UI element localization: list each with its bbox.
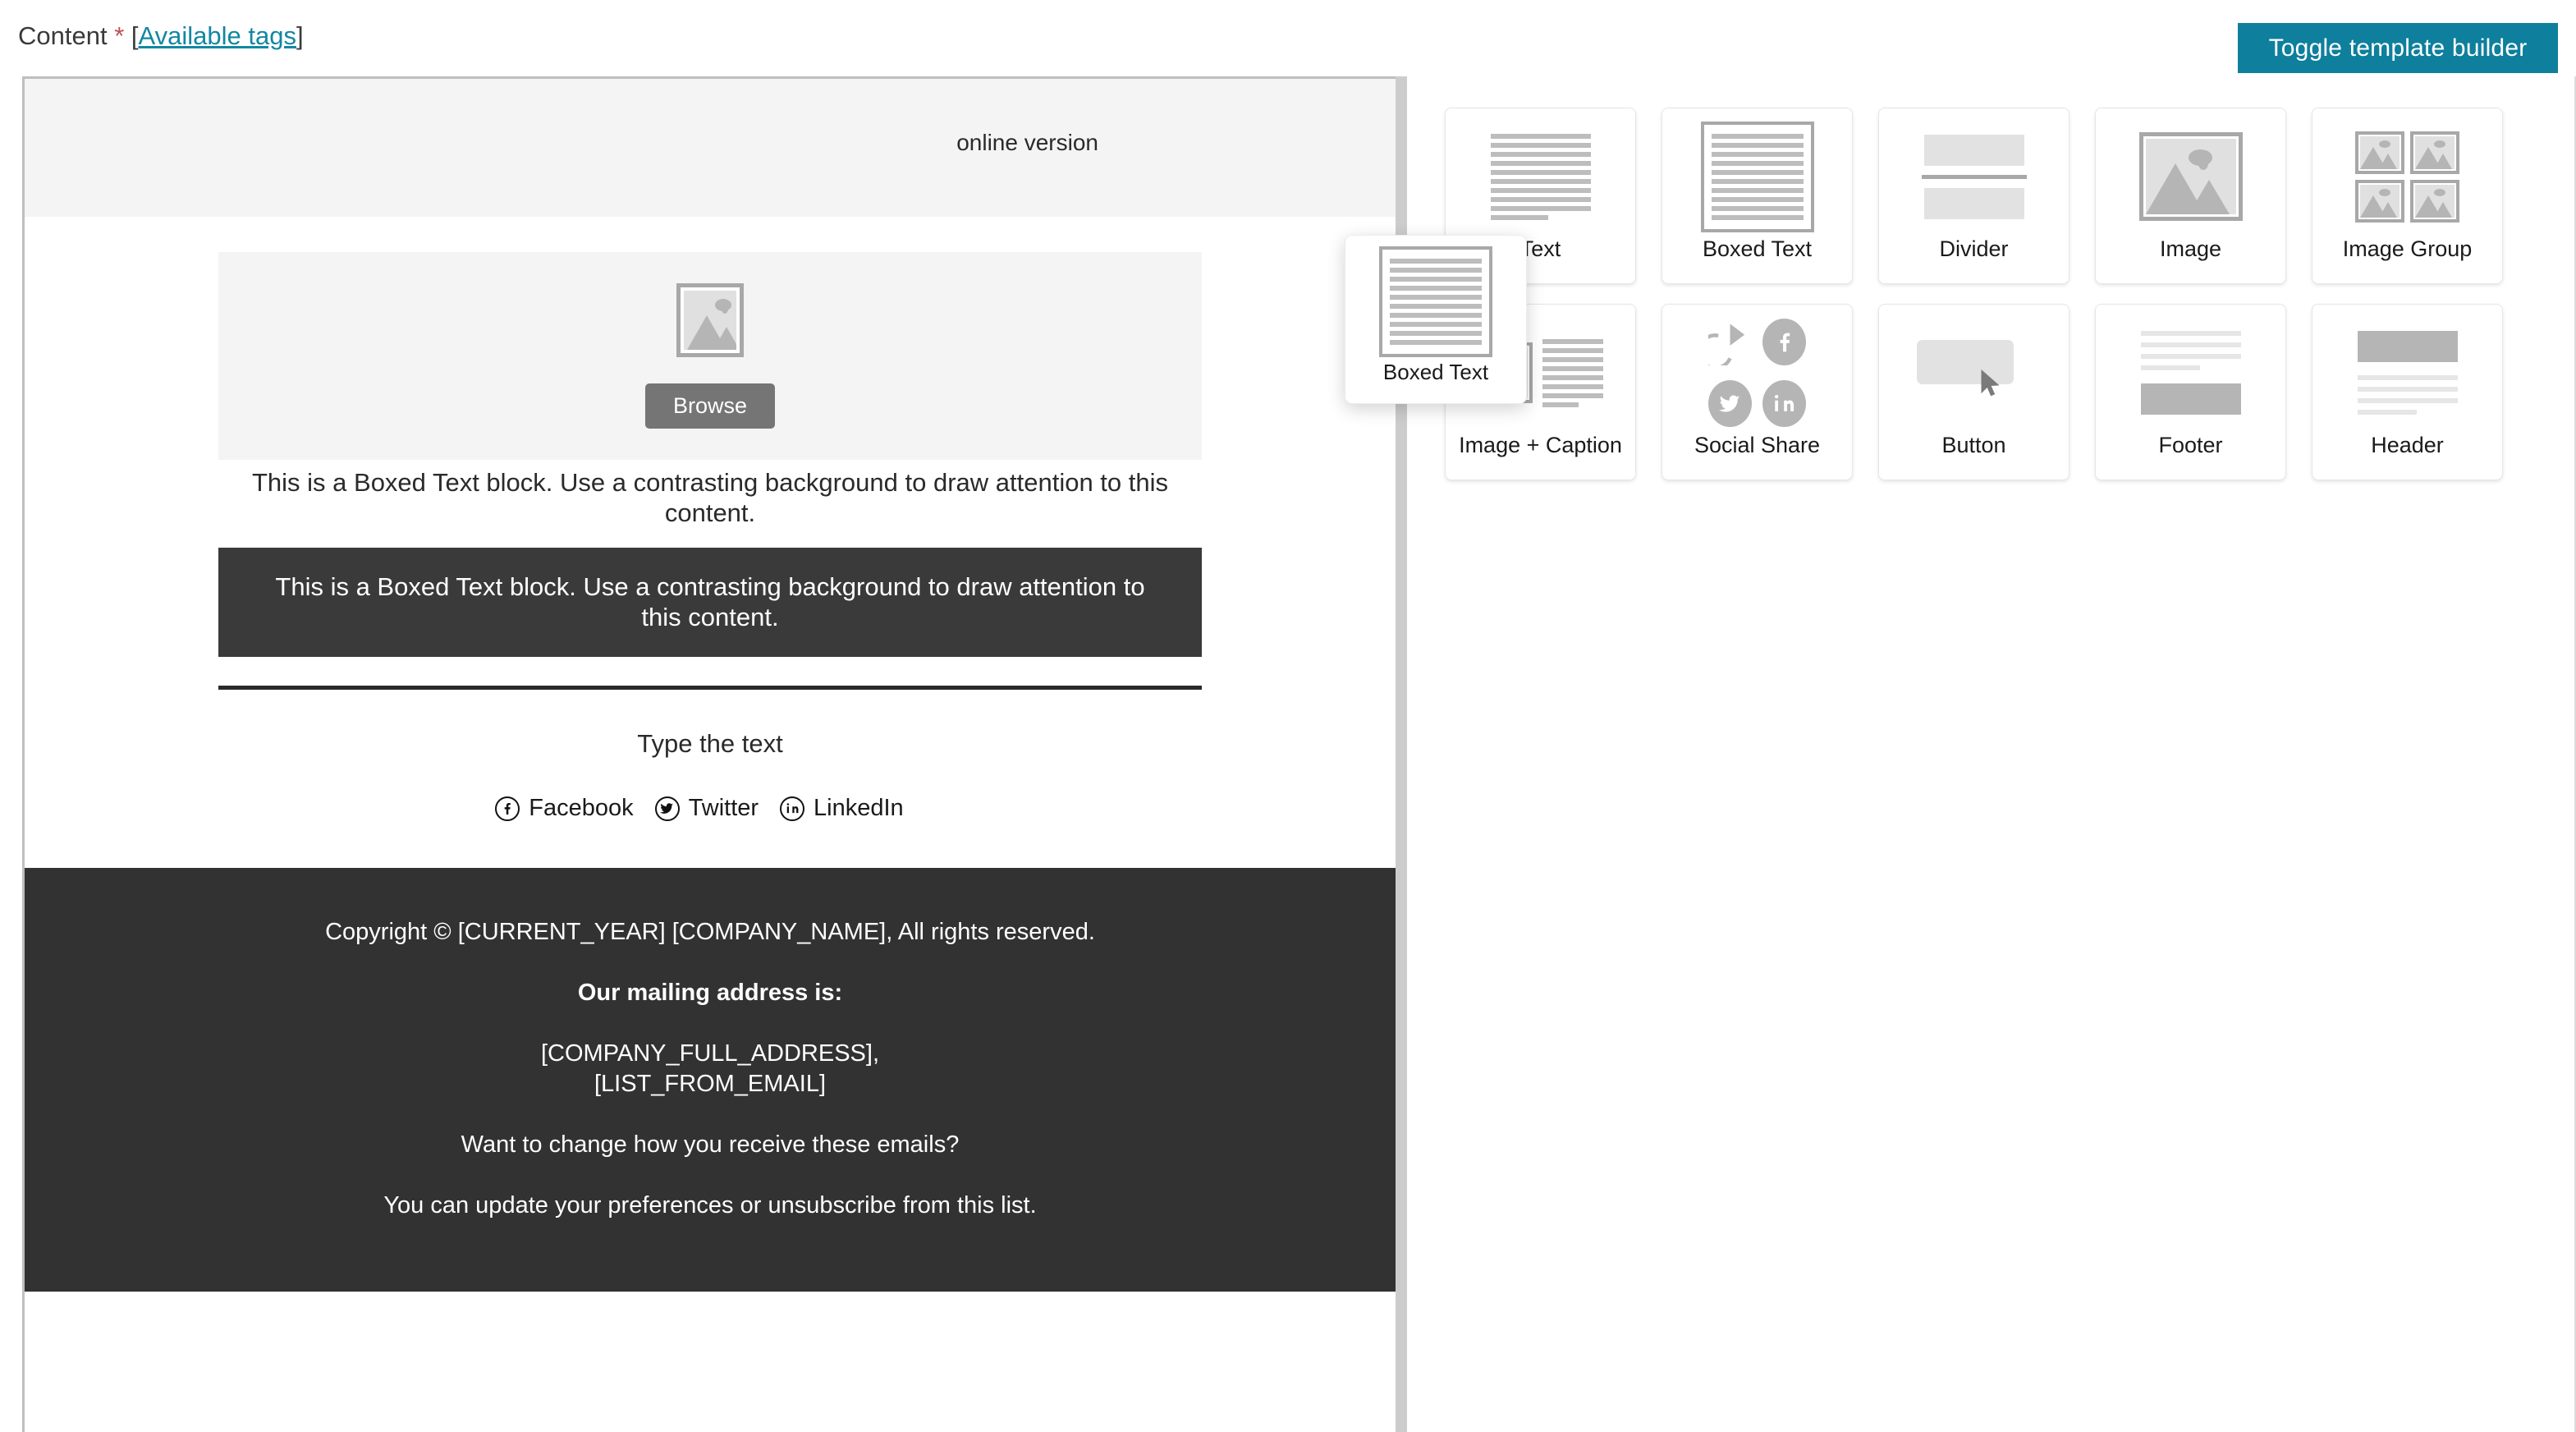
image-block-icon xyxy=(2096,108,2285,236)
social-label-twitter: Twitter xyxy=(688,795,759,822)
facebook-icon xyxy=(1762,319,1806,365)
image-group-block-icon xyxy=(2312,108,2502,236)
bracket-close: ] xyxy=(296,21,304,50)
app-root: Content * [Available tags] Toggle templa… xyxy=(0,0,2576,1432)
twitter-icon xyxy=(654,796,680,821)
email-social-share-block[interactable]: Facebook Twitter LinkedIn xyxy=(218,795,1202,822)
dragging-tile-label: Boxed Text xyxy=(1382,360,1489,384)
email-footer-block[interactable]: Copyright © [CURRENT_YEAR] [COMPANY_NAME… xyxy=(25,868,1396,1292)
palette-tile-button[interactable]: Button xyxy=(1878,304,2070,480)
email-boxed-text-block[interactable]: This is a Boxed Text block. Use a contra… xyxy=(218,548,1202,658)
linkedin-icon xyxy=(1762,380,1806,427)
online-version-link[interactable]: online version xyxy=(956,130,1098,156)
email-text-block[interactable]: This is a Boxed Text block. Use a contra… xyxy=(218,468,1202,528)
email-header-block[interactable]: online version xyxy=(25,79,1396,217)
palette-tile-label: Social Share xyxy=(1694,433,1821,457)
palette-tile-image-group[interactable]: Image Group xyxy=(2312,108,2503,284)
dragging-palette-tile-boxed-text[interactable]: Boxed Text xyxy=(1345,235,1527,404)
twitter-icon xyxy=(1708,380,1752,427)
palette-tile-label: Image Group xyxy=(2342,236,2473,261)
template-builder-palette: Text Boxed Text Divider Image Image Grou… xyxy=(1407,76,2576,1432)
image-placeholder-icon xyxy=(676,283,744,357)
share-arrow-icon xyxy=(1697,319,1752,370)
social-label-facebook: Facebook xyxy=(529,795,634,822)
palette-tile-label: Header xyxy=(2371,433,2444,457)
social-share-block-icon xyxy=(1662,305,1852,433)
boxed-text-block-icon xyxy=(1662,108,1852,236)
footer-line-change-prefs: Want to change how you receive these ema… xyxy=(461,1131,960,1159)
browse-button[interactable]: Browse xyxy=(644,383,776,429)
palette-tile-header[interactable]: Header xyxy=(2312,304,2503,480)
content-label-text: Content xyxy=(18,21,108,50)
divider-block-icon xyxy=(1879,108,2069,236)
content-field-label: Content * [Available tags] xyxy=(18,21,304,51)
email-type-text-block[interactable]: Type the text xyxy=(218,729,1202,759)
footer-line-address: [COMPANY_FULL_ADDRESS], [LIST_FROM_EMAIL… xyxy=(540,1040,880,1098)
palette-grid: Text Boxed Text Divider Image Image Grou… xyxy=(1445,108,2537,480)
palette-tile-label: Image + Caption xyxy=(1459,433,1622,457)
bracket-open: [ xyxy=(131,21,139,50)
top-bar: Content * [Available tags] Toggle templa… xyxy=(0,0,2576,76)
divider-line xyxy=(218,686,1202,691)
available-tags-link[interactable]: Available tags xyxy=(139,21,296,50)
footer-block-icon xyxy=(2096,305,2285,433)
footer-line-unsubscribe: You can update your preferences or unsub… xyxy=(383,1191,1037,1219)
footer-line-mailing-heading: Our mailing address is: xyxy=(577,980,843,1006)
social-item-linkedin[interactable]: LinkedIn xyxy=(780,795,925,822)
facebook-icon xyxy=(495,796,520,821)
palette-tile-image[interactable]: Image xyxy=(2095,108,2286,284)
palette-tile-label: Footer xyxy=(2158,433,2223,457)
email-preview-panel[interactable]: online version Browse This is a Boxed Te… xyxy=(22,76,1396,1432)
palette-tile-label: Boxed Text xyxy=(1702,236,1813,261)
social-item-facebook[interactable]: Facebook xyxy=(495,795,654,822)
email-divider-block[interactable] xyxy=(218,686,1202,691)
social-item-twitter[interactable]: Twitter xyxy=(654,795,780,822)
toggle-template-builder-button[interactable]: Toggle template builder xyxy=(2238,23,2558,73)
email-image-block[interactable]: Browse xyxy=(218,252,1202,460)
footer-line-copyright: Copyright © [CURRENT_YEAR] [COMPANY_NAME… xyxy=(325,919,1095,946)
button-block-icon xyxy=(1879,305,2069,433)
palette-tile-social-share[interactable]: Social Share xyxy=(1662,304,1853,480)
cursor-arrow-icon xyxy=(1981,369,2004,403)
palette-tile-label: Image xyxy=(2159,236,2222,261)
palette-tile-boxed-text[interactable]: Boxed Text xyxy=(1662,108,1853,284)
email-body: Browse This is a Boxed Text block. Use a… xyxy=(25,252,1396,1292)
boxed-text-block-icon xyxy=(1345,236,1526,360)
palette-tile-footer[interactable]: Footer xyxy=(2095,304,2286,480)
linkedin-icon xyxy=(780,796,805,821)
palette-tile-label: Divider xyxy=(1939,236,2009,261)
palette-tile-divider[interactable]: Divider xyxy=(1878,108,2070,284)
palette-tile-label: Button xyxy=(1941,433,2006,457)
required-marker: * xyxy=(114,21,125,50)
header-block-icon xyxy=(2312,305,2502,433)
social-label-linkedin: LinkedIn xyxy=(814,795,904,822)
text-block-icon xyxy=(1446,108,1635,236)
